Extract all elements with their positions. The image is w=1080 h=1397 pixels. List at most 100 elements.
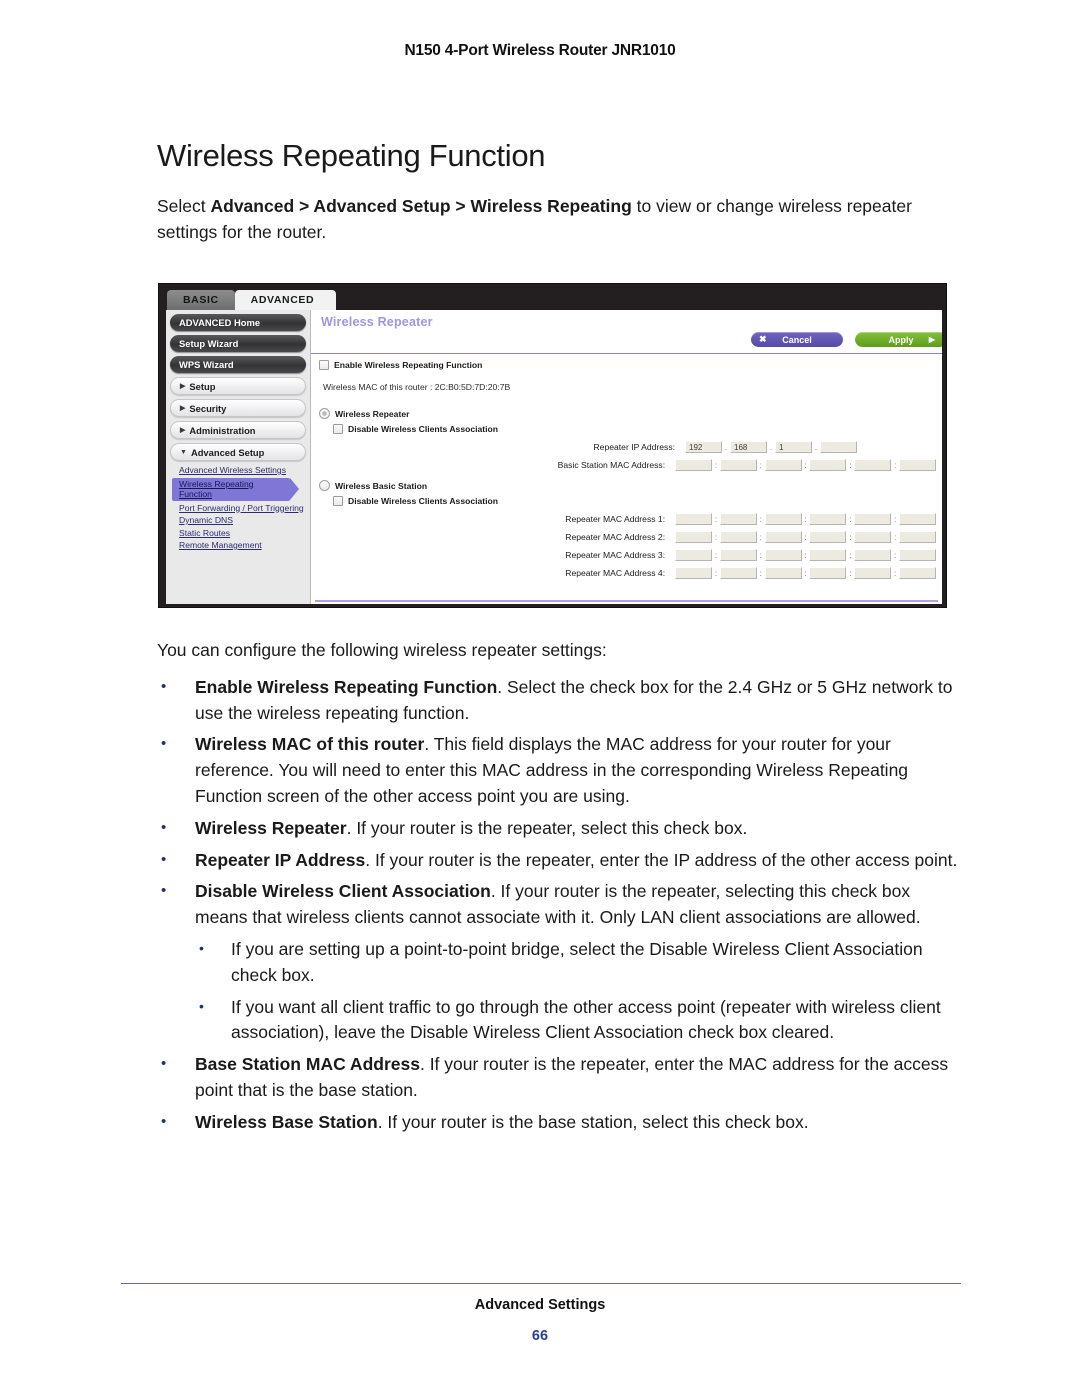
repeater-mac-4-octet-6[interactable] (899, 567, 937, 579)
mac-separator-colon: : (849, 550, 852, 560)
tab-advanced[interactable]: ADVANCED (234, 290, 337, 310)
tab-basic[interactable]: BASIC (167, 290, 235, 310)
bullet-text: . If your router is the base station, se… (377, 1111, 809, 1132)
sidebar-sublink-port-forwarding-triggering[interactable]: Port Forwarding / Port Triggering (179, 503, 306, 514)
repeater-mac-1-octet-5[interactable] (854, 513, 892, 525)
basic-station-mac-row: Basic Station MAC Address: : : : : : (319, 456, 937, 474)
wireless-basic-station-radio[interactable] (319, 480, 330, 491)
cancel-button[interactable]: ✖ Cancel (751, 332, 843, 347)
enable-repeating-checkbox[interactable] (319, 360, 329, 370)
basic-station-mac-octet-3[interactable] (764, 459, 802, 471)
bullet-text: . If your router is the repeater, enter … (365, 849, 958, 870)
body-copy: You can configure the following wireless… (157, 638, 962, 1142)
repeater-mac-2-octet-5[interactable] (854, 531, 892, 543)
repeater-mac-1-octet-3[interactable] (764, 513, 802, 525)
sidebar-item-setup[interactable]: ▶ Setup (170, 377, 306, 395)
mac-separator-colon: : (849, 532, 852, 542)
intro-nav-path: Advanced > Advanced Setup > Wireless Rep… (210, 196, 632, 216)
ip-separator-dot: . (814, 442, 818, 452)
repeater-mac-4-octet-4[interactable] (809, 567, 847, 579)
repeater-mac-1-octet-1[interactable] (675, 513, 713, 525)
sidebar-sublink-advanced-wireless-settings[interactable]: Advanced Wireless Settings (179, 465, 306, 476)
wireless-repeater-radio-row[interactable]: Wireless Repeater (319, 408, 936, 419)
list-item: If you are setting up a point-to-point b… (195, 936, 962, 989)
list-item: Wireless Base Station. If your router is… (157, 1109, 962, 1136)
wireless-basic-station-radio-row[interactable]: Wireless Basic Station (319, 480, 936, 491)
repeater-mac-4-octet-1[interactable] (675, 567, 713, 579)
ip-separator-dot: . (724, 442, 728, 452)
footer-divider (121, 1283, 961, 1284)
repeater-disable-clients-row[interactable]: Disable Wireless Clients Association (333, 424, 936, 434)
page-title: Wireless Repeating Function (157, 138, 546, 173)
repeater-mac-3-octet-4[interactable] (809, 549, 847, 561)
sidebar-item-administration[interactable]: ▶ Administration (170, 421, 306, 439)
sidebar-sublink-remote-management[interactable]: Remote Management (179, 540, 306, 551)
sidebar-item-advanced-home[interactable]: ADVANCED Home (170, 314, 306, 331)
repeater-mac-3-octet-2[interactable] (719, 549, 757, 561)
base-disable-clients-checkbox[interactable] (333, 496, 343, 506)
mac-separator-colon: : (714, 460, 718, 470)
apply-button[interactable]: Apply ▶ (855, 332, 942, 347)
bullet-term: Enable Wireless Repeating Function (195, 676, 498, 697)
repeater-mac-4-octet-2[interactable] (719, 567, 757, 579)
sidebar-item-security[interactable]: ▶ Security (170, 399, 306, 417)
sidebar-item-wps-wizard[interactable]: WPS Wizard (170, 356, 306, 373)
base-disable-clients-row[interactable]: Disable Wireless Clients Association (333, 496, 936, 506)
mac-separator-colon: : (849, 514, 852, 524)
basic-station-mac-octet-2[interactable] (719, 459, 757, 471)
repeater-mac-1-octet-4[interactable] (809, 513, 847, 525)
list-item: Disable Wireless Client Association. If … (157, 878, 962, 1047)
repeater-ip-octet-3[interactable] (775, 441, 812, 453)
repeater-mac-3-octet-3[interactable] (764, 549, 802, 561)
lead-paragraph: You can configure the following wireless… (157, 640, 607, 660)
repeater-ip-label: Repeater IP Address: (593, 442, 675, 452)
mac-separator-colon: : (894, 532, 897, 542)
repeater-mac-4-octet-5[interactable] (854, 567, 892, 579)
repeater-mac-3-octet-5[interactable] (854, 549, 892, 561)
bullet-term: Repeater IP Address (195, 849, 366, 870)
intro-paragraph: Select Advanced > Advanced Setup > Wirel… (157, 193, 957, 245)
chevron-right-icon: ▶ (180, 405, 186, 412)
repeater-mac-1-octet-2[interactable] (719, 513, 757, 525)
sidebar-sublink-wireless-repeating-function[interactable]: Wireless Repeating Function (172, 477, 299, 501)
tab-bar: BASIC ADVANCED (167, 289, 337, 310)
enable-repeating-row[interactable]: Enable Wireless Repeating Function (319, 360, 936, 370)
repeater-mac-3-octet-1[interactable] (675, 549, 713, 561)
basic-station-mac-octet-4[interactable] (809, 459, 847, 471)
repeater-ip-row: Repeater IP Address: . . . (319, 438, 936, 456)
repeater-mac-3-octet-6[interactable] (899, 549, 937, 561)
sidebar-sublink-static-routes[interactable]: Static Routes (179, 528, 306, 539)
repeater-ip-octet-4[interactable] (820, 441, 857, 453)
running-header: N150 4-Port Wireless Router JNR1010 (404, 42, 676, 59)
sidebar-sublink-dynamic-dns[interactable]: Dynamic DNS (179, 515, 306, 526)
repeater-mac-2-octet-3[interactable] (764, 531, 802, 543)
enable-repeating-label: Enable Wireless Repeating Function (334, 360, 483, 370)
repeater-ip-octet-1[interactable] (685, 441, 722, 453)
repeater-ip-octet-2[interactable] (730, 441, 767, 453)
basic-station-mac-octet-5[interactable] (854, 459, 892, 471)
panel-divider (311, 353, 942, 354)
wireless-repeater-radio[interactable] (319, 408, 330, 419)
repeater-mac-2-octet-1[interactable] (675, 531, 713, 543)
sidebar-item-setup-wizard[interactable]: Setup Wizard (170, 335, 306, 352)
sidebar-item-advanced-setup[interactable]: ▼ Advanced Setup (170, 443, 306, 461)
list-item: If you want all client traffic to go thr… (195, 994, 962, 1047)
basic-station-mac-octet-1[interactable] (675, 459, 713, 471)
play-arrow-icon: ▶ (928, 335, 935, 344)
repeater-mac-2-octet-4[interactable] (809, 531, 847, 543)
repeater-mac-2-octet-2[interactable] (719, 531, 757, 543)
action-button-row: ✖ Cancel Apply ▶ (751, 332, 942, 347)
router-ui-screenshot: BASIC ADVANCED ADVANCED Home Setup Wizar… (158, 283, 947, 608)
repeater-disable-clients-checkbox[interactable] (333, 424, 343, 434)
list-item: Wireless Repeater. If your router is the… (157, 815, 962, 842)
repeater-mac-row-1: Repeater MAC Address 1: : : : : : (319, 510, 937, 528)
repeater-mac-4-octet-3[interactable] (764, 567, 802, 579)
repeater-mac-3-label: Repeater MAC Address 3: (565, 550, 666, 560)
repeater-mac-row-3: Repeater MAC Address 3: : : : : : (319, 546, 937, 564)
nested-bullet-list: If you are setting up a point-to-point b… (195, 936, 962, 1047)
list-item: Repeater IP Address. If your router is t… (157, 847, 962, 874)
repeater-mac-2-octet-6[interactable] (899, 531, 937, 543)
repeater-fields: Repeater IP Address: . . . Basic Station… (319, 438, 937, 474)
repeater-mac-1-octet-6[interactable] (899, 513, 937, 525)
basic-station-mac-octet-6[interactable] (899, 459, 937, 471)
